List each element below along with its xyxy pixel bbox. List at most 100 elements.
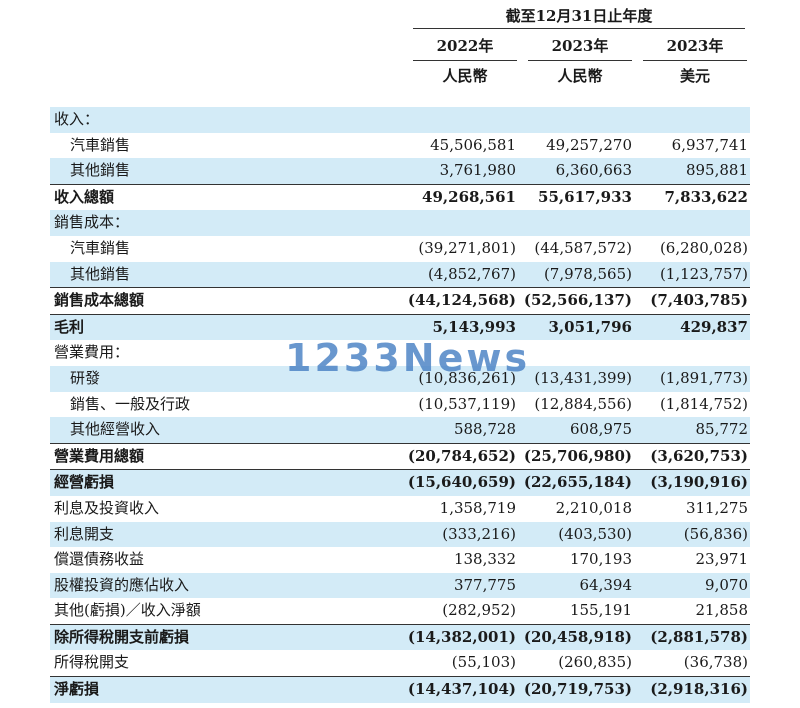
value-2023-rmb: 170,193 <box>569 550 632 569</box>
column-currency: 人民幣 <box>557 67 603 85</box>
value-2022-rmb: (20,784,652) <box>407 446 516 465</box>
table-row: 汽車銷售 (39,271,801) (44,587,572) (6,280,02… <box>50 236 750 262</box>
row-label: 其他(虧損)／收入淨額 <box>54 601 201 620</box>
row-label: 利息及投資收入 <box>54 498 160 517</box>
value-2022-rmb: (44,124,568) <box>407 291 516 310</box>
value-2023-usd: (3,620,753) <box>650 446 748 465</box>
value-2023-usd: (7,403,785) <box>650 291 748 310</box>
row-label: 股權投資的應佔收入 <box>54 575 190 594</box>
value-2022-rmb: (4,852,767) <box>427 264 516 283</box>
value-2023-rmb: 3,051,796 <box>548 317 632 336</box>
table-row: 其他經營收入 588,728 608,975 85,772 <box>50 417 750 443</box>
value-2023-usd: 7,833,622 <box>664 187 748 206</box>
section-row-cost-of-sales: 銷售成本： <box>50 210 750 236</box>
total-row: 收入總額 49,268,561 55,617,933 7,833,622 <box>50 183 750 211</box>
row-label: 償還債務收益 <box>54 550 145 569</box>
column-year: 2023年 <box>643 32 747 61</box>
row-label: 除所得稅開支前虧損 <box>54 627 190 646</box>
value-2023-rmb: (52,566,137) <box>523 291 632 310</box>
value-2023-usd: 85,772 <box>695 420 749 439</box>
value-2023-usd: 311,275 <box>685 498 748 517</box>
table-row: 償還債務收益 138,332 170,193 23,971 <box>50 547 750 573</box>
row-label: 營業費用總額 <box>54 446 145 465</box>
value-2022-rmb: 45,506,581 <box>430 135 516 154</box>
value-2023-rmb: 55,617,933 <box>538 187 632 206</box>
table-row: 汽車銷售 45,506,581 49,257,270 6,937,741 <box>50 133 750 159</box>
value-2022-rmb: (39,271,801) <box>418 238 516 257</box>
row-label: 研發 <box>70 368 101 387</box>
value-2023-usd: 21,858 <box>695 601 749 620</box>
row-label: 收入總額 <box>54 187 115 206</box>
table-row: 所得稅開支 (55,103) (260,835) (36,738) <box>50 650 750 676</box>
value-2023-rmb: 64,394 <box>579 575 633 594</box>
value-2023-rmb: (22,655,184) <box>523 473 632 492</box>
value-2023-rmb: 608,975 <box>569 420 632 439</box>
value-2022-rmb: (10,537,119) <box>418 394 516 413</box>
value-2023-usd: 6,937,741 <box>671 135 748 154</box>
row-label: 淨虧損 <box>54 680 100 699</box>
row-label: 收入： <box>54 110 100 128</box>
value-2023-usd: (1,123,757) <box>659 264 748 283</box>
value-2023-usd: (2,918,316) <box>650 680 748 699</box>
period-heading: 截至12月31日止年度 <box>413 4 745 29</box>
value-2023-usd: (1,891,773) <box>659 368 748 387</box>
table-row: 其他銷售 (4,852,767) (7,978,565) (1,123,757) <box>50 261 750 288</box>
value-2022-rmb: 138,332 <box>453 550 516 569</box>
row-label: 其他經營收入 <box>70 420 161 439</box>
value-2023-rmb: (12,884,556) <box>534 394 632 413</box>
value-2022-rmb: 588,728 <box>453 420 516 439</box>
table-row: 其他(虧損)／收入淨額 (282,952) 155,191 21,858 <box>50 598 750 624</box>
table-row: 其他銷售 3,761,980 6,360,663 895,881 <box>50 158 750 184</box>
total-row: 經營虧損 (15,640,659) (22,655,184) (3,190,91… <box>50 469 750 496</box>
value-2023-rmb: (13,431,399) <box>534 368 632 387</box>
value-2022-rmb: (282,952) <box>442 601 516 620</box>
column-currency: 人民幣 <box>442 67 488 85</box>
value-2023-rmb: (20,719,753) <box>523 680 632 699</box>
value-2023-rmb: (20,458,918) <box>523 627 632 646</box>
value-2023-rmb: 155,191 <box>569 601 632 620</box>
value-2023-usd: (36,738) <box>683 653 748 672</box>
value-2022-rmb: (14,382,001) <box>407 627 516 646</box>
value-2022-rmb: 1,358,719 <box>439 498 516 517</box>
value-2023-rmb: (44,587,572) <box>534 238 632 257</box>
value-2023-usd: (2,881,578) <box>650 627 748 646</box>
value-2023-usd: 429,837 <box>680 317 748 336</box>
value-2023-usd: (3,190,916) <box>650 473 748 492</box>
section-row-revenue: 收入： <box>50 107 750 133</box>
value-2023-rmb: (25,706,980) <box>523 446 632 465</box>
value-2023-rmb: (260,835) <box>558 653 632 672</box>
value-2023-usd: 9,070 <box>705 575 748 594</box>
total-row: 除所得稅開支前虧損 (14,382,001) (20,458,918) (2,8… <box>50 623 750 651</box>
table-row: 利息及投資收入 1,358,719 2,210,018 311,275 <box>50 496 750 522</box>
value-2022-rmb: (15,640,659) <box>407 473 516 492</box>
value-2023-rmb: 2,210,018 <box>555 498 632 517</box>
column-header-2023-rmb: 2023年 人民幣 <box>528 32 632 91</box>
value-2022-rmb: 49,268,561 <box>422 187 516 206</box>
row-label: 毛利 <box>54 317 85 336</box>
value-2023-rmb: 6,360,663 <box>555 161 632 180</box>
row-label: 經營虧損 <box>54 473 115 492</box>
row-label: 銷售成本： <box>54 213 130 232</box>
row-label: 銷售、一般及行政 <box>70 394 191 413</box>
value-2022-rmb: 3,761,980 <box>439 161 516 180</box>
total-row: 淨虧損 (14,437,104) (20,719,753) (2,918,316… <box>50 676 750 703</box>
total-row: 銷售成本總額 (44,124,568) (52,566,137) (7,403,… <box>50 287 750 314</box>
value-2022-rmb: (14,437,104) <box>407 680 516 699</box>
table-row: 利息開支 (333,216) (403,530) (56,836) <box>50 521 750 548</box>
watermark: 1233News <box>285 336 531 380</box>
row-label: 營業費用： <box>54 343 130 362</box>
value-2023-rmb: (403,530) <box>558 524 632 543</box>
value-2022-rmb: (333,216) <box>442 524 516 543</box>
column-currency: 美元 <box>679 67 710 85</box>
row-label: 其他銷售 <box>70 264 131 283</box>
value-2023-usd: (56,836) <box>683 524 748 543</box>
column-header-2022-rmb: 2022年 人民幣 <box>413 32 517 91</box>
income-statement-table: 收入： 汽車銷售 45,506,581 49,257,270 6,937,741… <box>50 107 750 703</box>
value-2022-rmb: (55,103) <box>451 653 516 672</box>
value-2023-usd: (6,280,028) <box>659 238 748 257</box>
table-row: 股權投資的應佔收入 377,775 64,394 9,070 <box>50 572 750 599</box>
value-2023-rmb: 49,257,270 <box>546 135 632 154</box>
table-header: 截至12月31日止年度 2022年 人民幣 2023年 人民幣 2023年 美元 <box>0 0 800 100</box>
value-2023-usd: 895,881 <box>685 161 748 180</box>
value-2023-usd: (1,814,752) <box>659 394 748 413</box>
